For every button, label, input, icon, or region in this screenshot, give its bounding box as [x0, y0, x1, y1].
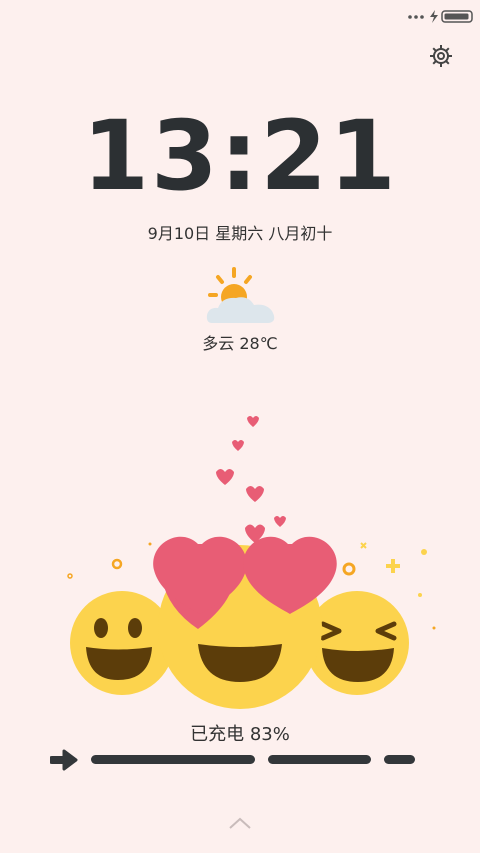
smiling-emoji — [70, 591, 174, 695]
date-text: 9月10日 星期六 八月初十 — [147, 224, 333, 243]
weather-text: 多云 28℃ — [202, 334, 278, 353]
arrow-right-icon — [50, 749, 78, 771]
charge-bar-segment — [91, 755, 255, 764]
status-bar — [0, 0, 480, 30]
charge-bar-segment — [384, 755, 415, 764]
emoji-illustration — [67, 416, 436, 709]
battery-icon — [441, 10, 473, 23]
charging-bolt-icon — [430, 10, 438, 23]
charging-status: 已充电 83% — [190, 724, 290, 745]
charge-bar-segment — [268, 755, 371, 764]
more-dots-icon — [408, 15, 424, 19]
heart-eyes-emoji — [153, 536, 337, 709]
partly-cloudy-icon — [206, 267, 275, 323]
gear-icon[interactable] — [429, 44, 453, 68]
status-icons — [408, 10, 473, 23]
laughing-emoji — [305, 591, 409, 695]
clock-time: 13:21 — [82, 100, 398, 212]
chevron-up-icon[interactable] — [228, 816, 252, 830]
hearts — [216, 416, 286, 543]
